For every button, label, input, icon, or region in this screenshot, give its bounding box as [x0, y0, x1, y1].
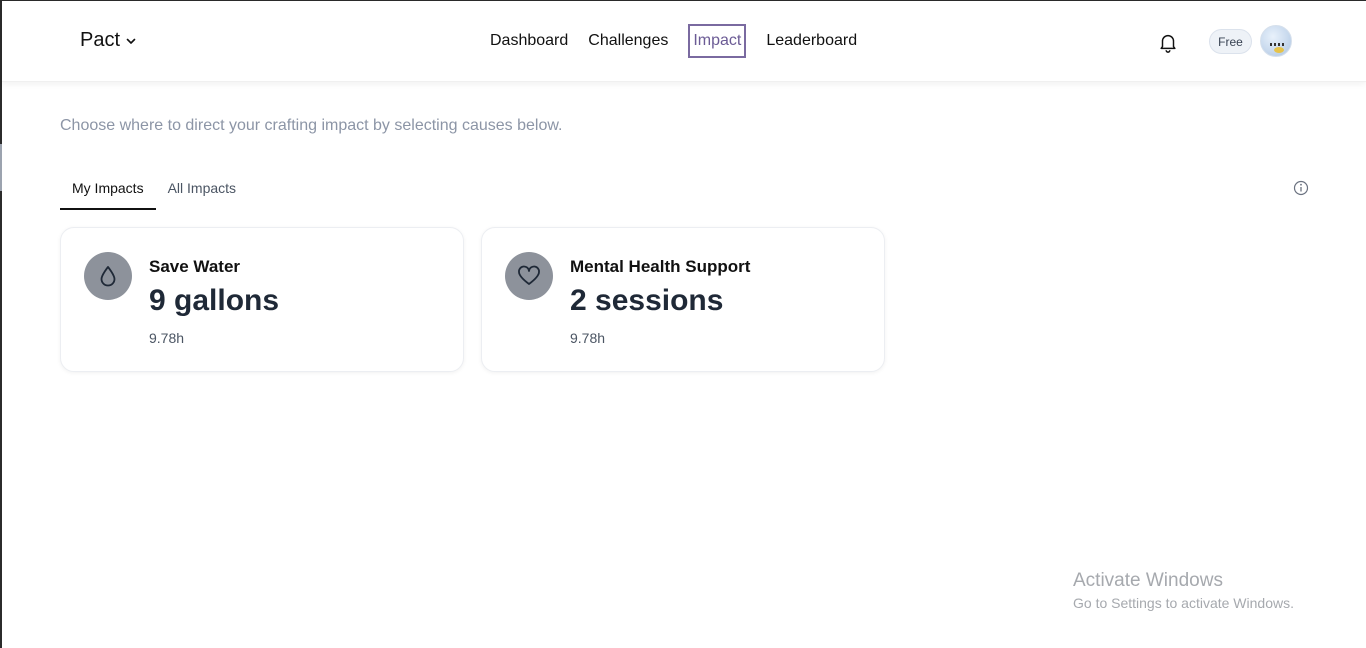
card-value: 2 sessions: [570, 284, 724, 317]
nav-leaderboard[interactable]: Leaderboard: [758, 25, 865, 57]
card-hours: 9.78h: [570, 330, 606, 346]
nav-impact[interactable]: Impact: [688, 24, 747, 58]
avatar-pattern: [1270, 43, 1284, 46]
window-edge-marker: [0, 144, 2, 191]
intro-text: Choose where to direct your crafting imp…: [60, 117, 563, 134]
card-title: Save Water: [149, 257, 241, 276]
watermark-title: Activate Windows: [1073, 570, 1223, 591]
tab-all-impacts[interactable]: All Impacts: [156, 173, 248, 210]
plan-badge[interactable]: Free: [1209, 29, 1252, 54]
main-nav: Dashboard Challenges Impact Leaderboard: [482, 24, 869, 58]
tab-my-impacts[interactable]: My Impacts: [60, 173, 156, 210]
heart-icon: [505, 252, 553, 300]
card-title: Mental Health Support: [570, 257, 751, 276]
avatar[interactable]: [1260, 25, 1292, 57]
watermark-subtitle: Go to Settings to activate Windows.: [1073, 595, 1294, 611]
brand-name: Pact: [80, 29, 121, 51]
info-icon[interactable]: [1292, 179, 1310, 202]
bell-icon[interactable]: [1157, 31, 1179, 58]
nav-dashboard[interactable]: Dashboard: [482, 25, 576, 57]
top-navbar: Pact Dashboard Challenges Impact Leaderb…: [2, 1, 1366, 82]
chevron-down-icon: [125, 35, 137, 47]
activate-windows-watermark: Activate Windows Go to Settings to activ…: [1073, 570, 1294, 611]
card-hours: 9.78h: [149, 330, 185, 346]
avatar-blob: [1274, 47, 1284, 53]
impact-card-mental-health[interactable]: Mental Health Support 2 sessions 9.78h: [481, 227, 885, 372]
nav-challenges[interactable]: Challenges: [580, 25, 676, 57]
card-value: 9 gallons: [149, 284, 280, 317]
impact-tabs: My Impacts All Impacts: [60, 173, 248, 210]
brand-switcher[interactable]: Pact: [80, 29, 137, 52]
impact-card-save-water[interactable]: Save Water 9 gallons 9.78h: [60, 227, 464, 372]
water-drop-icon: [84, 252, 132, 300]
